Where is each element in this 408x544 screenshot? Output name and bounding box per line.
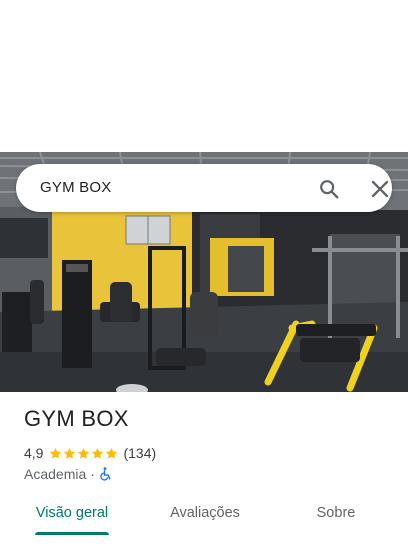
place-title: GYM BOX — [24, 406, 129, 431]
place-tabs: Visão geral Avaliações Sobre — [0, 496, 408, 544]
active-tab-indicator — [35, 532, 109, 535]
star-icon — [50, 447, 62, 459]
rating-value: 4,9 — [24, 445, 44, 461]
search-icon — [320, 180, 339, 199]
star-icon — [106, 447, 118, 459]
close-icon — [371, 180, 389, 198]
star-rating — [49, 447, 119, 460]
search-bar[interactable]: GYM BOX — [16, 164, 392, 212]
search-input[interactable]: GYM BOX — [40, 164, 111, 212]
tab-about[interactable]: Sobre — [308, 496, 364, 536]
place-category: Academia — [24, 466, 87, 482]
search-button[interactable] — [316, 176, 342, 202]
review-count: (134) — [123, 445, 157, 461]
tab-overview[interactable]: Visão geral — [35, 496, 109, 536]
wheelchair-icon — [99, 467, 112, 481]
rating-summary[interactable]: 4,9 (134) — [24, 444, 156, 462]
tab-reviews[interactable]: Avaliações — [160, 496, 250, 536]
star-icon — [78, 447, 90, 459]
clear-search-button[interactable] — [367, 176, 393, 202]
separator-dot: · — [90, 466, 95, 482]
place-category-row: Academia · — [24, 465, 112, 483]
star-icon — [64, 447, 76, 459]
star-icon — [92, 447, 104, 459]
